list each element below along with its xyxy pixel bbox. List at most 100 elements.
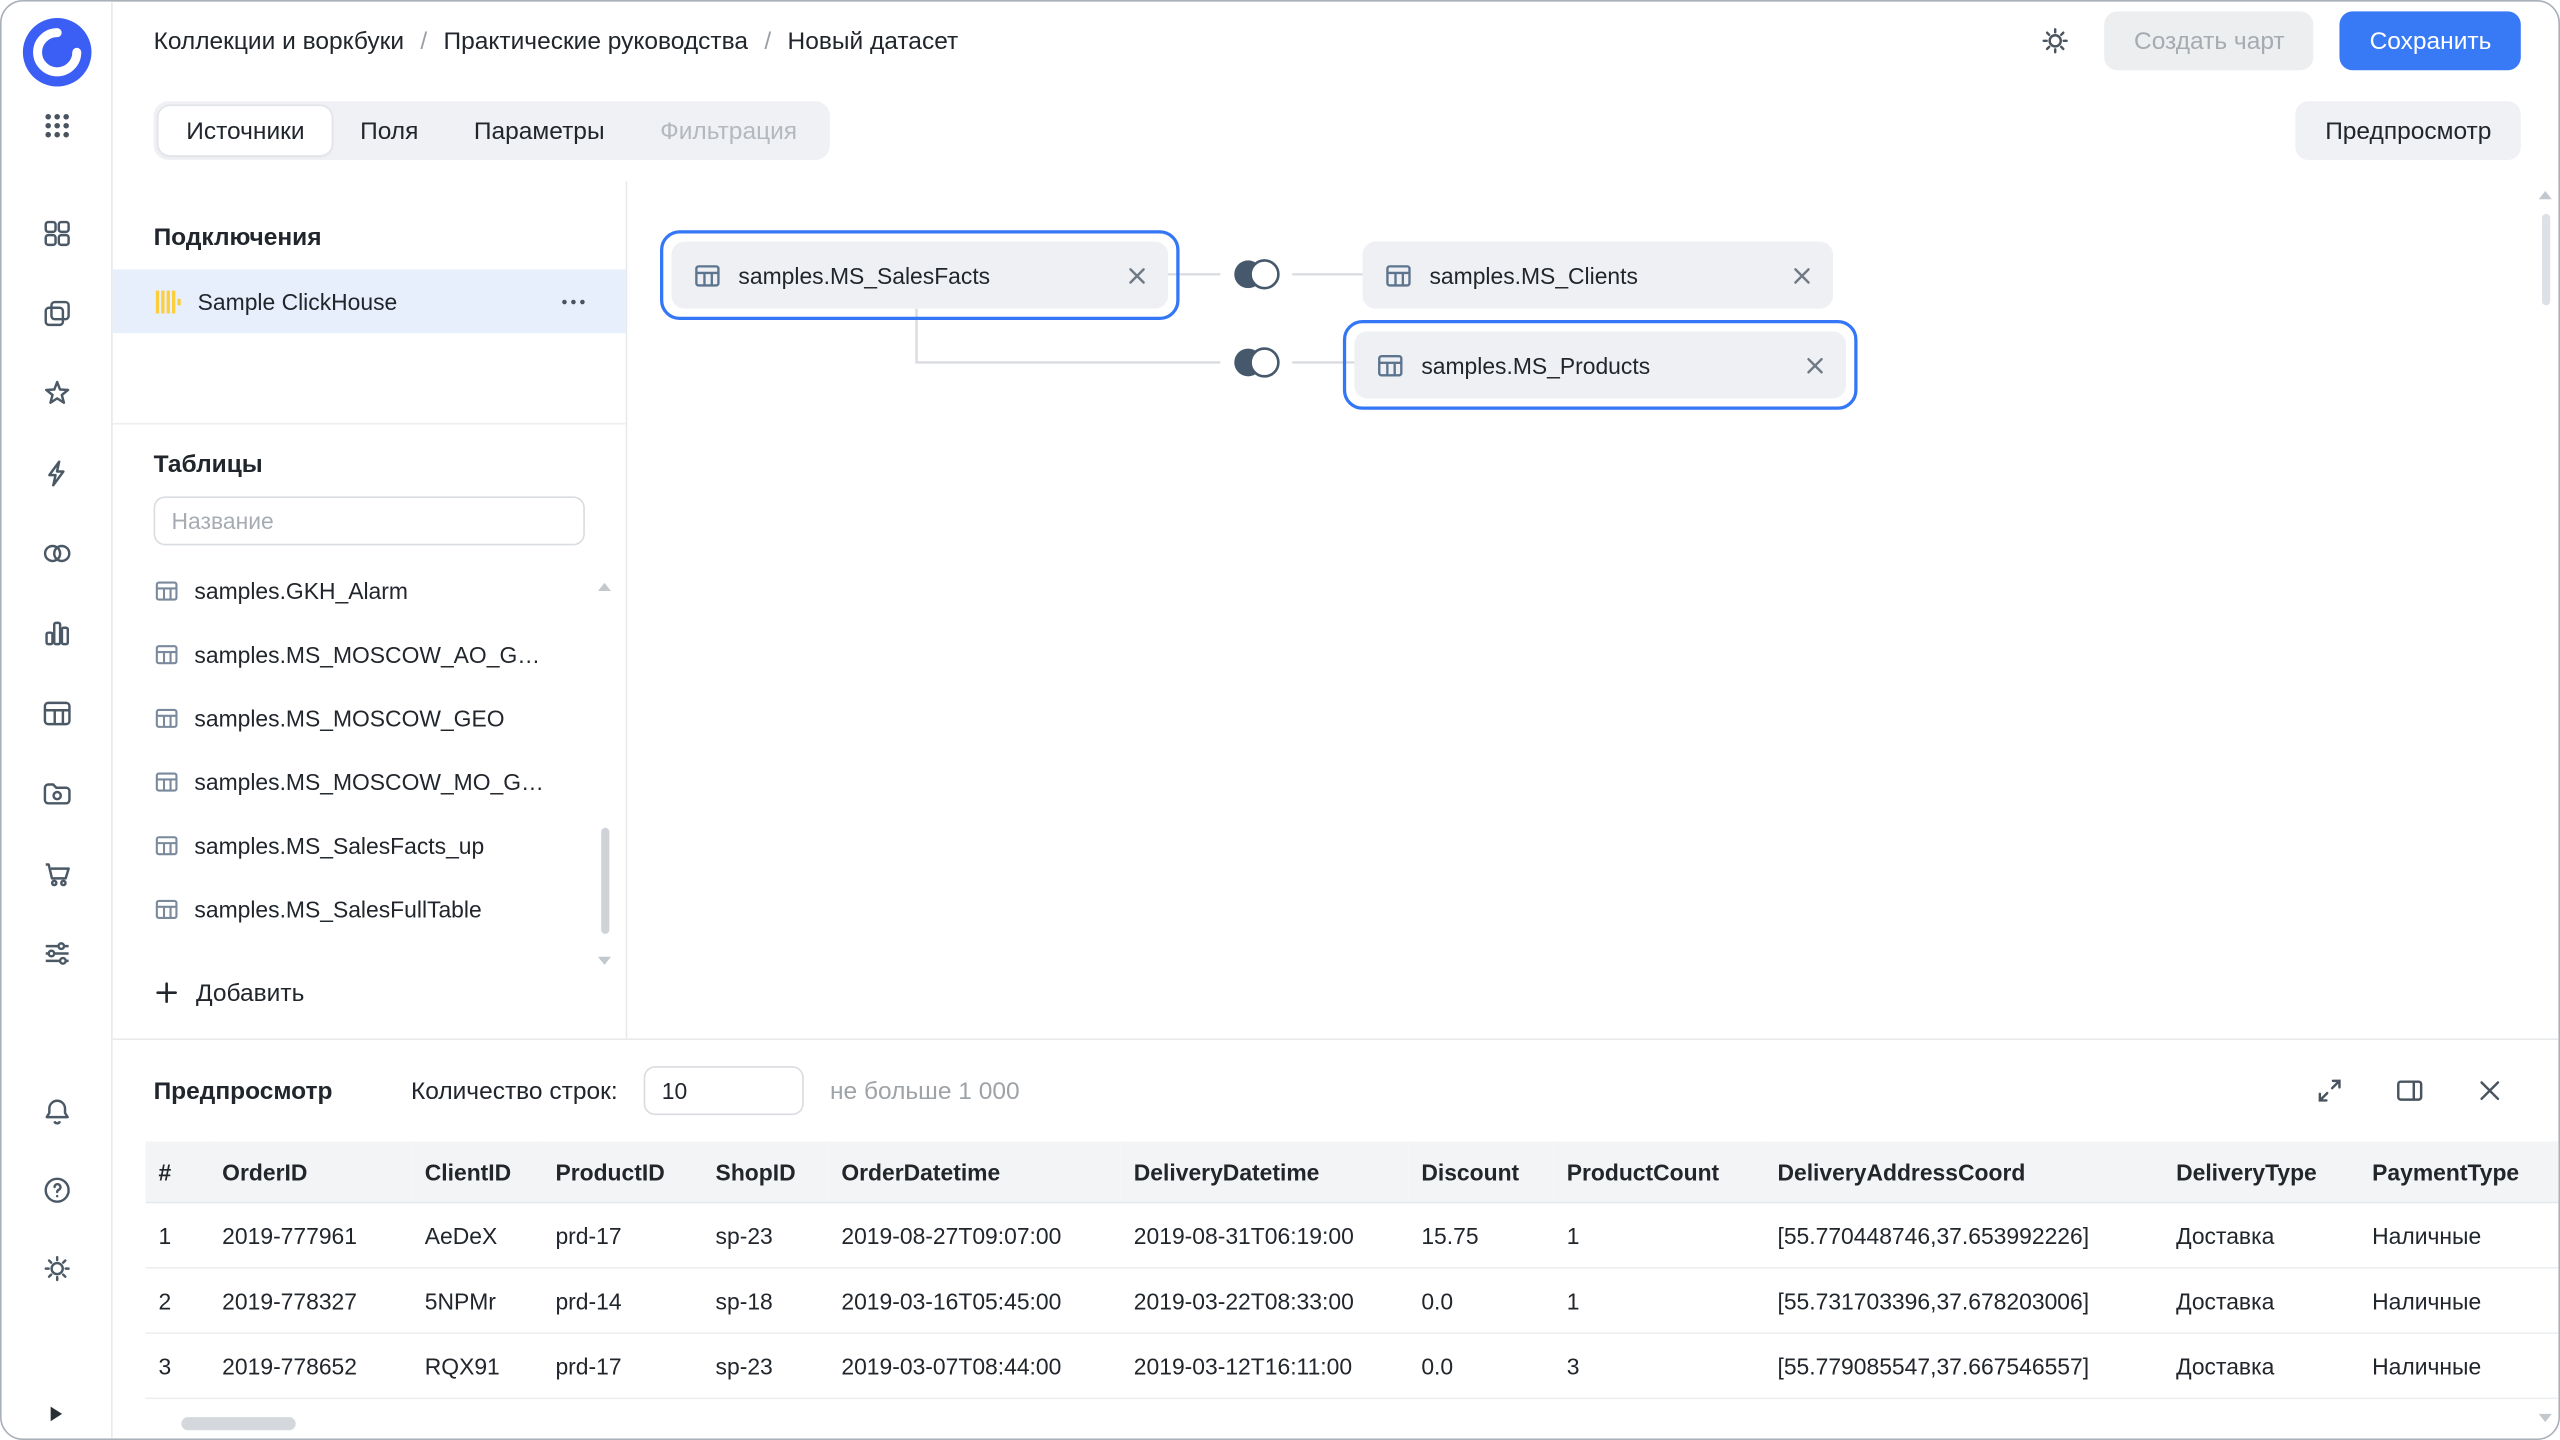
preview-toggle-button[interactable]: Предпросмотр <box>2296 101 2521 160</box>
expand-icon[interactable] <box>2307 1068 2353 1114</box>
table-icon <box>154 896 180 922</box>
preview-cell: 2 <box>145 1268 209 1333</box>
table-icon <box>1384 260 1413 289</box>
preview-title: Предпросмотр <box>154 1077 333 1105</box>
marketplace-cart-icon[interactable] <box>40 857 73 890</box>
apps-grid-icon[interactable] <box>40 109 73 142</box>
close-icon[interactable] <box>2467 1068 2513 1114</box>
scrollbar-thumb[interactable] <box>2541 214 2549 305</box>
preview-cell: 2019-777961 <box>209 1202 412 1267</box>
preview-controls <box>2307 1068 2513 1114</box>
add-table-button[interactable]: Добавить <box>154 963 626 1022</box>
row-count-hint: не больше 1 000 <box>830 1077 1020 1105</box>
preview-cell: Доставка <box>2163 1333 2359 1398</box>
scrollbar-thumb[interactable] <box>600 828 608 934</box>
table-search-input[interactable] <box>154 496 585 545</box>
preview-cell: [55.731703396,37.678203006] <box>1764 1268 2163 1333</box>
help-icon[interactable] <box>40 1174 73 1207</box>
tab-fields[interactable]: Поля <box>332 106 446 155</box>
table-list-label: samples.MS_MOSCOW_MO_G… <box>194 768 544 794</box>
preview-column-header: DeliveryDatetime <box>1121 1141 1409 1202</box>
save-button[interactable]: Сохранить <box>2340 11 2521 70</box>
scroll-up-icon[interactable] <box>2539 191 2552 199</box>
preview-column-header: DeliveryType <box>2163 1141 2359 1202</box>
tables-scrollbar[interactable] <box>596 583 612 965</box>
settings-sliders-icon[interactable] <box>40 937 73 970</box>
preview-cell: prd-14 <box>542 1268 702 1333</box>
table-icon <box>1376 350 1405 379</box>
tab-parameters[interactable]: Параметры <box>446 106 632 155</box>
connections-lightning-icon[interactable] <box>40 457 73 490</box>
table-list-item[interactable]: samples.MS_MOSCOW_GEO <box>113 686 626 750</box>
dataset-settings-gear-icon[interactable] <box>2033 18 2079 64</box>
preview-cell: 5NPMr <box>412 1268 543 1333</box>
table-list-item[interactable]: samples.MS_MOSCOW_MO_G… <box>113 749 626 813</box>
rail-footer <box>40 1096 73 1285</box>
breadcrumb-new-dataset: Новый датасет <box>748 27 958 55</box>
join-type-icon-products[interactable] <box>1220 340 1292 386</box>
table-list-item[interactable]: samples.MS_SalesFullTable <box>113 877 626 941</box>
datalens-logo-icon[interactable] <box>19 15 94 90</box>
preview-row: 22019-7783275NPMrprd-14sp-182019-03-16T0… <box>145 1268 2558 1333</box>
top-bar: Коллекции и воркбуки Практические руково… <box>113 2 2559 80</box>
table-node-clients[interactable]: samples.MS_Clients <box>1363 242 1834 309</box>
table-icon <box>154 641 180 667</box>
connections-title: Подключения <box>154 224 626 252</box>
table-list-item[interactable]: samples.MS_SalesFacts_up <box>113 813 626 877</box>
preview-row: 32019-778652RQX91prd-17sp-232019-03-07T0… <box>145 1333 2558 1398</box>
table-node-products[interactable]: samples.MS_Products <box>1354 331 1846 398</box>
charts-icon[interactable] <box>40 617 73 650</box>
preview-cell: Наличные <box>2359 1333 2558 1398</box>
gear-icon[interactable] <box>40 1252 73 1285</box>
remove-node-icon[interactable] <box>1127 265 1147 285</box>
preview-table: #OrderIDClientIDProductIDShopIDOrderDate… <box>145 1141 2558 1399</box>
stage: Коллекции и воркбуки Практические руково… <box>0 0 2560 1440</box>
table-list-item[interactable]: samples.GKH_Alarm <box>113 558 626 622</box>
preview-table-container: #OrderIDClientIDProductIDShopIDOrderDate… <box>145 1141 2558 1399</box>
table-node-salesfacts[interactable]: samples.MS_SalesFacts <box>671 242 1168 309</box>
connection-item-sample-clickhouse[interactable]: Sample ClickHouse <box>113 269 626 333</box>
preview-cell: 1 <box>1554 1268 1765 1333</box>
preview-cell: 3 <box>1554 1333 1765 1398</box>
preview-cell: 2019-03-22T08:33:00 <box>1121 1268 1409 1333</box>
services-rings-icon[interactable] <box>40 537 73 570</box>
app-window: Коллекции и воркбуки Практические руково… <box>0 0 2560 1440</box>
scroll-down-icon[interactable] <box>2539 1414 2552 1422</box>
row-count-input[interactable] <box>644 1066 804 1115</box>
preview-cell: sp-23 <box>702 1202 828 1267</box>
remove-node-icon[interactable] <box>1805 355 1825 375</box>
preview-cell: 2019-08-27T09:07:00 <box>828 1202 1120 1267</box>
dashboards-icon[interactable] <box>40 217 73 250</box>
table-list-label: samples.GKH_Alarm <box>194 577 408 603</box>
collections-icon[interactable] <box>40 297 73 330</box>
create-chart-button[interactable]: Создать чарт <box>2105 11 2314 70</box>
connection-menu-icon[interactable] <box>557 285 590 318</box>
scroll-up-icon[interactable] <box>598 583 611 591</box>
join-type-icon-clients[interactable] <box>1220 251 1292 297</box>
side-panel-icon[interactable] <box>2387 1068 2433 1114</box>
main-area: Коллекции и воркбуки Практические руково… <box>113 2 2559 1439</box>
connection-name: Sample ClickHouse <box>198 288 398 314</box>
datasets-table-icon[interactable] <box>40 697 73 730</box>
page-scrollbar[interactable] <box>2537 191 2553 1422</box>
preview-cell: 1 <box>1554 1202 1765 1267</box>
storage-folder-icon[interactable] <box>40 777 73 810</box>
table-node-label: samples.MS_Products <box>1421 352 1650 378</box>
breadcrumb-collections[interactable]: Коллекции и воркбуки <box>154 27 404 55</box>
collapse-arrow-icon[interactable] <box>46 1402 66 1428</box>
left-rail <box>2 2 113 1439</box>
breadcrumb-guides[interactable]: Практические руководства <box>404 27 748 55</box>
horizontal-scrollbar-thumb[interactable] <box>181 1417 295 1430</box>
table-list-label: samples.MS_SalesFacts_up <box>194 832 484 858</box>
remove-node-icon[interactable] <box>1792 265 1812 285</box>
preview-column-header: # <box>145 1141 209 1202</box>
table-list-item[interactable]: samples.MS_MOSCOW_AO_G… <box>113 622 626 686</box>
preview-cell: Наличные <box>2359 1268 2558 1333</box>
scroll-down-icon[interactable] <box>598 957 611 965</box>
favorites-star-icon[interactable] <box>40 377 73 410</box>
tab-sources[interactable]: Источники <box>158 106 332 155</box>
preview-cell: 2019-778327 <box>209 1268 412 1333</box>
preview-column-header: ProductCount <box>1554 1141 1765 1202</box>
notifications-bell-icon[interactable] <box>40 1096 73 1129</box>
clickhouse-icon <box>154 287 183 316</box>
